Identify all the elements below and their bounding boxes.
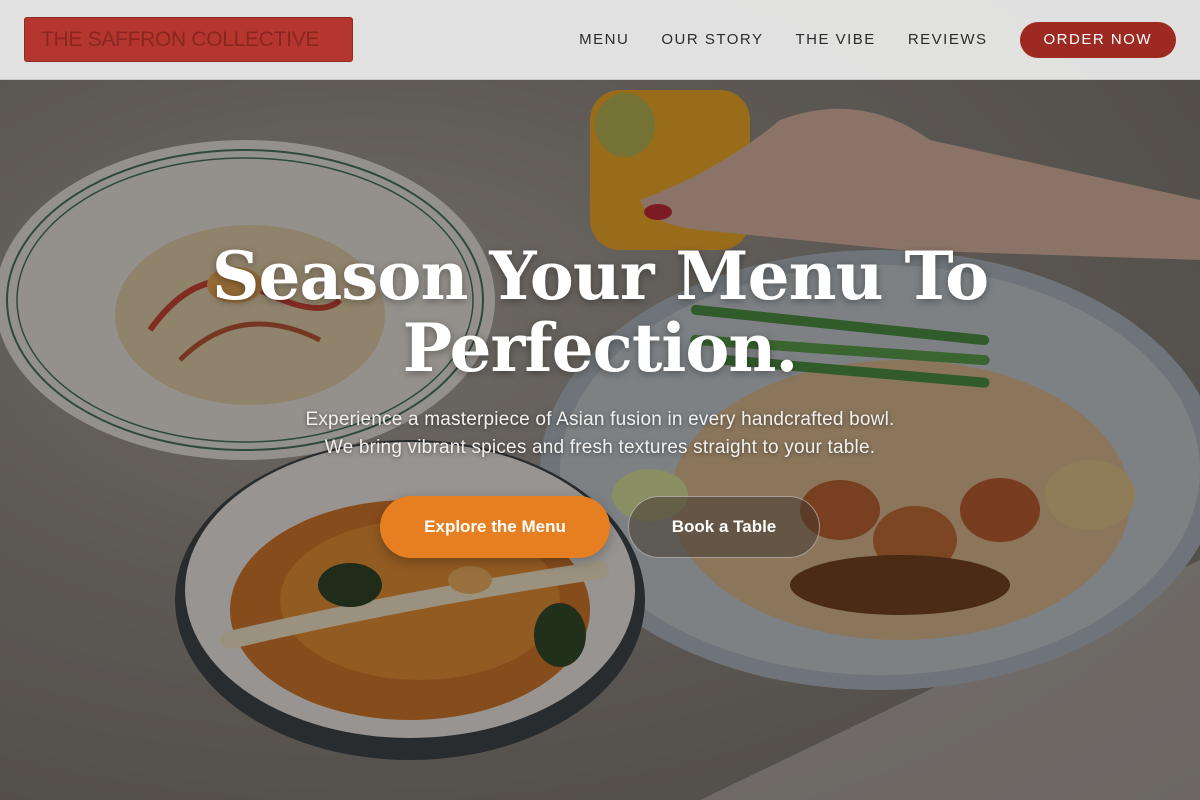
- top-navbar: THE SAFFRON COLLECTIVE MENU OUR STORY TH…: [0, 0, 1200, 80]
- hero-section: Season Your Menu To Perfection. Experien…: [0, 240, 1200, 558]
- nav-link-menu[interactable]: MENU: [579, 31, 629, 48]
- hero-headline: Season Your Menu To Perfection.: [0, 240, 1200, 384]
- nav-link-reviews[interactable]: REVIEWS: [908, 31, 988, 48]
- explore-menu-button[interactable]: Explore the Menu: [380, 496, 610, 558]
- order-now-button[interactable]: ORDER NOW: [1019, 21, 1176, 58]
- hero-headline-line-2: Perfection.: [402, 309, 799, 387]
- nav-link-our-story[interactable]: OUR STORY: [661, 31, 763, 48]
- hero-subtext: Experience a masterpiece of Asian fusion…: [0, 406, 1200, 462]
- hero-subtext-line-1: Experience a masterpiece of Asian fusion…: [305, 409, 895, 430]
- nav-links: MENU OUR STORY THE VIBE REVIEWS: [579, 31, 987, 48]
- nav-link-the-vibe[interactable]: THE VIBE: [795, 31, 875, 48]
- hero-subtext-line-2: We bring vibrant spices and fresh textur…: [324, 437, 876, 458]
- brand-logo-text: THE SAFFRON COLLECTIVE: [41, 27, 320, 51]
- hero-cta-row: Explore the Menu Book a Table: [0, 496, 1200, 558]
- brand-logo[interactable]: THE SAFFRON COLLECTIVE: [24, 17, 353, 62]
- book-table-button[interactable]: Book a Table: [628, 496, 820, 558]
- hero-headline-line-1: Season Your Menu To: [211, 237, 989, 315]
